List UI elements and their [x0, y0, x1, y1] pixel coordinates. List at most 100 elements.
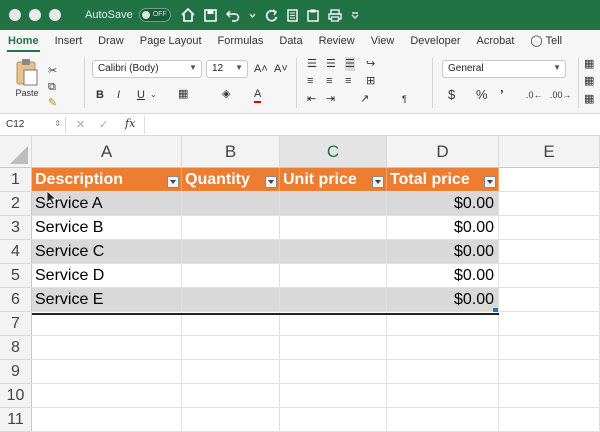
row-header[interactable]: 9 [0, 360, 32, 384]
table-cell[interactable] [280, 288, 387, 312]
table-cell[interactable]: $0.00 [387, 288, 499, 312]
grid-cell[interactable] [387, 384, 499, 408]
tab-page-layout[interactable]: Page Layout [132, 30, 210, 52]
align-right-icon[interactable]: ≡ [345, 74, 351, 88]
filter-dropdown-button[interactable] [167, 176, 179, 188]
grid-cell[interactable] [499, 312, 600, 336]
grid-cell[interactable] [280, 408, 387, 432]
row-header[interactable]: 1 [0, 168, 32, 192]
grid-cell[interactable] [32, 384, 182, 408]
increase-font-size-icon[interactable]: A˄ [254, 62, 268, 76]
minimize-window-button[interactable] [29, 9, 41, 21]
borders-icon[interactable]: ▦ [178, 87, 188, 101]
grid-cell[interactable] [499, 408, 600, 432]
filter-dropdown-button[interactable] [484, 176, 496, 188]
grid-cell[interactable] [499, 216, 600, 240]
format-painter-icon[interactable]: ✎ [48, 96, 57, 110]
grid-cell[interactable] [499, 168, 600, 192]
merge-center-icon[interactable]: ⊞ [366, 74, 375, 88]
grid-cell[interactable] [280, 360, 387, 384]
wrap-text-icon[interactable]: ↪ [366, 57, 375, 71]
save-icon[interactable] [203, 8, 217, 22]
insert-function-icon[interactable]: fx [125, 117, 135, 131]
filter-dropdown-button[interactable] [265, 176, 277, 188]
table-cell[interactable]: $0.00 [387, 264, 499, 288]
format-as-table-icon[interactable]: ▦ [584, 74, 594, 88]
increase-decimal-icon[interactable]: .0← [526, 88, 543, 102]
comma-style-icon[interactable]: ’ [500, 88, 504, 102]
table-cell[interactable]: $0.00 [387, 192, 499, 216]
decrease-decimal-icon[interactable]: .00→ [550, 88, 572, 102]
conditional-formatting-icon[interactable]: ▦ [584, 57, 594, 71]
chevron-down-icon[interactable]: ⌄ [150, 88, 157, 102]
tell-me-search[interactable]: ◯ Tell [522, 30, 570, 52]
table-cell[interactable]: Service C [32, 240, 182, 264]
grid-cell[interactable] [387, 336, 499, 360]
grid-cell[interactable] [499, 360, 600, 384]
row-header[interactable]: 11 [0, 408, 32, 432]
orientation-icon[interactable]: ↗ [360, 92, 369, 106]
text-direction-icon[interactable]: ¶ [402, 92, 407, 106]
copy-icon[interactable]: ⧉ [48, 80, 56, 94]
grid-cell[interactable] [32, 408, 182, 432]
undo-icon[interactable] [225, 9, 240, 22]
italic-icon[interactable]: I [117, 88, 120, 102]
number-format-select[interactable]: General ▼ [442, 60, 566, 78]
grid-cell[interactable] [499, 240, 600, 264]
percent-icon[interactable]: % [476, 88, 488, 102]
grid-cell[interactable] [499, 384, 600, 408]
chevron-down-icon[interactable] [249, 9, 256, 22]
table-header-cell[interactable]: Unit price [280, 168, 387, 192]
row-header[interactable]: 2 [0, 192, 32, 216]
table-cell[interactable]: Service B [32, 216, 182, 240]
grid-cell[interactable] [499, 264, 600, 288]
grid-cell[interactable] [182, 384, 280, 408]
column-header-b[interactable]: B [182, 136, 280, 168]
align-left-icon[interactable]: ≡ [307, 74, 313, 88]
fill-color-icon[interactable]: ◈ [222, 87, 230, 101]
grid-cell[interactable] [499, 336, 600, 360]
grid-cell[interactable] [387, 360, 499, 384]
grid-cell[interactable] [499, 192, 600, 216]
table-header-cell[interactable]: Quantity [182, 168, 280, 192]
table-cell[interactable] [182, 264, 280, 288]
tab-data[interactable]: Data [271, 30, 310, 52]
tab-acrobat[interactable]: Acrobat [469, 30, 523, 52]
table-resize-handle[interactable] [493, 308, 498, 312]
tab-home[interactable]: Home [0, 30, 47, 52]
clipboard-icon[interactable] [307, 9, 319, 22]
row-header[interactable]: 5 [0, 264, 32, 288]
column-header-d[interactable]: D [387, 136, 499, 168]
align-middle-icon[interactable]: ☰ [326, 57, 336, 71]
increase-indent-icon[interactable]: ⇥ [326, 92, 335, 106]
form-icon[interactable] [287, 8, 298, 22]
table-cell[interactable] [182, 288, 280, 312]
table-cell[interactable] [280, 264, 387, 288]
table-cell[interactable] [182, 192, 280, 216]
tab-draw[interactable]: Draw [90, 30, 132, 52]
grid-cell[interactable] [182, 312, 280, 336]
grid-cell[interactable] [182, 336, 280, 360]
bold-icon[interactable]: B [96, 88, 104, 102]
filter-dropdown-button[interactable] [372, 176, 384, 188]
row-header[interactable]: 6 [0, 288, 32, 312]
table-cell[interactable] [280, 240, 387, 264]
column-header-e[interactable]: E [499, 136, 600, 168]
grid-cell[interactable] [387, 408, 499, 432]
table-cell[interactable]: $0.00 [387, 216, 499, 240]
redo-icon[interactable] [265, 8, 278, 22]
column-header-c[interactable]: C [280, 136, 387, 168]
font-color-icon[interactable]: A [254, 87, 262, 103]
grid-cell[interactable] [182, 360, 280, 384]
select-all-corner[interactable] [0, 136, 32, 168]
tab-formulas[interactable]: Formulas [210, 30, 272, 52]
row-header[interactable]: 7 [0, 312, 32, 336]
home-icon[interactable] [181, 8, 195, 22]
row-header[interactable]: 4 [0, 240, 32, 264]
decrease-font-size-icon[interactable]: A˅ [274, 62, 288, 76]
align-top-icon[interactable]: ☰ [307, 57, 317, 71]
zoom-window-button[interactable] [49, 9, 61, 21]
grid-cell[interactable] [32, 312, 182, 336]
tab-review[interactable]: Review [311, 30, 363, 52]
autosave-toggle[interactable]: OFF [138, 8, 171, 22]
